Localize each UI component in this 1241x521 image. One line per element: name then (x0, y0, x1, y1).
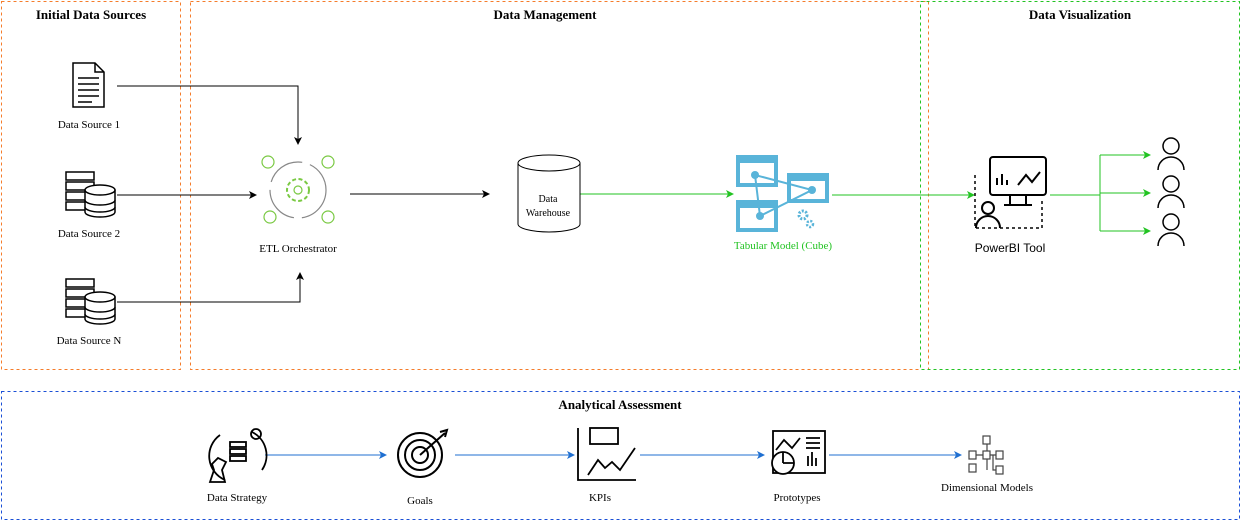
group-title-data-management: Data Management (493, 7, 597, 22)
gear-cycle-icon (261, 155, 335, 224)
architecture-diagram: Initial Data Sources Data Management Dat… (0, 0, 1241, 521)
node-label-warehouse-1: Data (538, 194, 558, 205)
user-icon (1157, 137, 1185, 247)
server-database-icon (65, 278, 116, 325)
step-label-dimensional-models: Dimensional Models (941, 482, 1033, 494)
step-label-goals: Goals (407, 495, 433, 507)
connectors-layer (1, 1, 1240, 520)
edge-powerbi-users (1050, 154, 1150, 232)
group-title-analytical-assessment: Analytical Assessment (558, 397, 682, 412)
node-label-warehouse-2: Warehouse (525, 208, 571, 219)
dashboard-icon (771, 430, 826, 475)
node-label-source1: Data Source 1 (57, 119, 121, 131)
node-label-source2: Data Source 2 (57, 228, 121, 240)
kpi-chart-icon (577, 427, 636, 481)
edge-source1-etl (117, 85, 302, 145)
dashboard-user-icon (974, 156, 1047, 229)
strategy-icon (208, 428, 268, 483)
analysis-services-icon (736, 155, 829, 232)
step-label-prototypes: Prototypes (773, 492, 821, 504)
document-icon (72, 62, 105, 108)
node-label-sourceN: Data Source N (56, 335, 122, 347)
group-title-initial-sources: Initial Data Sources (35, 7, 147, 22)
server-database-icon (65, 171, 116, 218)
hierarchy-icon (968, 435, 1004, 475)
step-label-data-strategy: Data Strategy (206, 492, 268, 504)
group-title-data-visualization: Data Visualization (1028, 7, 1132, 22)
node-label-powerbi: PowerBI Tool (974, 241, 1046, 255)
group-data-visualization (920, 1, 1240, 370)
target-icon (397, 428, 449, 478)
node-label-tabular: Tabular Model (Cube) (733, 240, 833, 252)
edge-sourceN-etl (117, 272, 304, 303)
node-label-etl: ETL Orchestrator (259, 243, 337, 255)
step-label-kpis: KPIs (588, 492, 612, 504)
